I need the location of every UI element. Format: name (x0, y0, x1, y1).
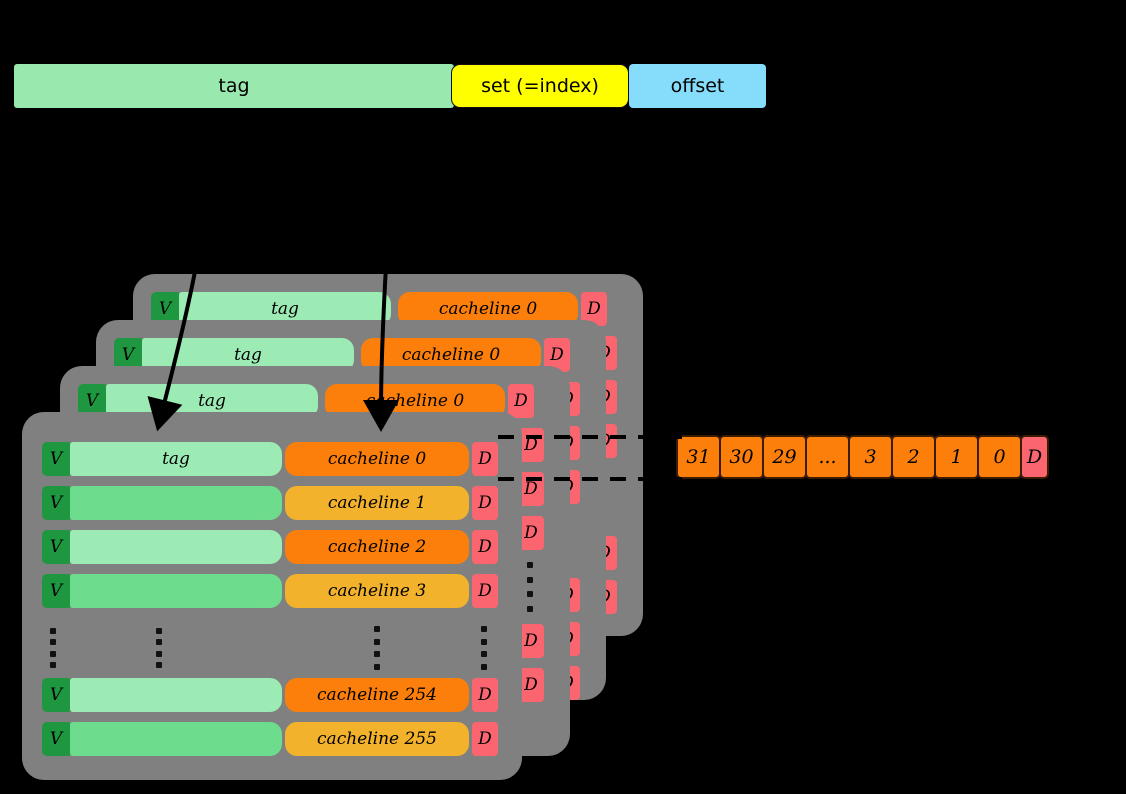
cache-row: V (42, 678, 282, 712)
cache-row: V (42, 486, 282, 520)
address-breakdown-bar: tag set (=index) offset (14, 64, 769, 108)
vertical-ellipsis (50, 628, 56, 668)
cacheline-field: cacheline 254 (285, 678, 469, 712)
tag-field (70, 530, 282, 564)
cache-row: V (42, 574, 282, 608)
byte-cell: 3 (848, 435, 893, 479)
dirty-bit: D (472, 442, 498, 476)
byte-cell-ellipsis: ... (805, 435, 850, 479)
byte-cell: 2 (891, 435, 936, 479)
cache-row: V tag (42, 442, 282, 476)
address-field-offset: offset (629, 64, 766, 108)
cache-row: V (42, 722, 282, 756)
address-field-tag: tag (14, 64, 454, 108)
dirty-bit: D (472, 530, 498, 564)
valid-bit: V (42, 442, 70, 476)
cache-way-panel-1: V tag V V V V V cacheline 0 D cacheline … (22, 412, 522, 780)
address-field-set: set (=index) (451, 64, 629, 108)
vertical-ellipsis (527, 562, 533, 612)
cacheline-row: cacheline 3 D (285, 574, 498, 608)
valid-bit: V (42, 678, 70, 712)
dirty-bit: D (472, 486, 498, 520)
cacheline-field: cacheline 0 (285, 442, 469, 476)
dirty-bit: D (472, 574, 498, 608)
cacheline-row: cacheline 254 D (285, 678, 498, 712)
cacheline-field: cacheline 1 (285, 486, 469, 520)
byte-cell: 31 (676, 435, 721, 479)
byte-cell: 1 (934, 435, 979, 479)
cacheline-row: cacheline 2 D (285, 530, 498, 564)
valid-bit: V (42, 574, 70, 608)
dirty-bit: D (508, 384, 534, 418)
cacheline-row: cacheline 1 D (285, 486, 498, 520)
cacheline-field: cacheline 255 (285, 722, 469, 756)
tag-field (70, 722, 282, 756)
valid-bit: V (42, 530, 70, 564)
vertical-ellipsis (481, 626, 487, 670)
byte-cell: 0 (977, 435, 1022, 479)
cache-row: V (42, 530, 282, 564)
tag-field (70, 486, 282, 520)
valid-bit: V (42, 486, 70, 520)
diagram-canvas: tag set (=index) offset V tag cacheline … (0, 0, 1126, 794)
vertical-ellipsis (374, 626, 380, 670)
dirty-bit: D (472, 678, 498, 712)
valid-bit: V (42, 722, 70, 756)
tag-field (70, 574, 282, 608)
tag-field: tag (70, 442, 282, 476)
byte-cell: 29 (762, 435, 807, 479)
cacheline-row: cacheline 255 D (285, 722, 498, 756)
vertical-ellipsis (156, 628, 162, 668)
dirty-bit: D (472, 722, 498, 756)
tag-field (70, 678, 282, 712)
cacheline-field: cacheline 3 (285, 574, 469, 608)
byte-cell: 30 (719, 435, 764, 479)
dirty-bit: D (1020, 435, 1049, 479)
cacheline-row: cacheline 0 D (285, 442, 498, 476)
cacheline-field: cacheline 2 (285, 530, 469, 564)
cacheline-byte-array: 31 30 29 ... 3 2 1 0 D (676, 435, 1049, 479)
